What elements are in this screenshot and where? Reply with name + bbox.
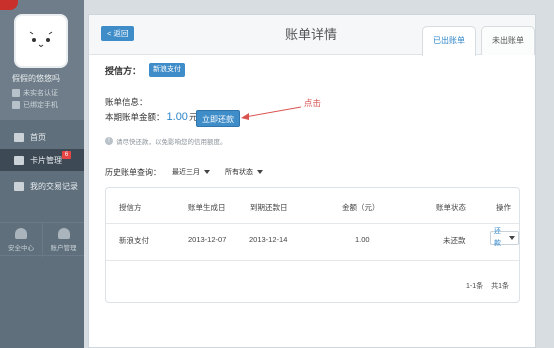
sidebar-item-label: 首页	[30, 132, 46, 142]
table-header: 授信方 账单生成日 到期还款日 金额（元） 账单状态 操作	[106, 188, 519, 224]
sidebar-item-home[interactable]: 首页	[0, 126, 84, 148]
panel-header: < 返回 账单详情 已出账单 未出账单	[89, 15, 535, 56]
repay-now-button[interactable]: 立即还款	[196, 110, 240, 127]
creditor-tag: 新浪支付	[149, 63, 186, 77]
table-divider	[106, 260, 519, 261]
home-icon	[14, 132, 24, 142]
notification-badge: 6	[62, 151, 71, 159]
period-filter-dropdown[interactable]: 最近三月	[168, 165, 214, 179]
bill-table: 授信方 账单生成日 到期还款日 金额（元） 账单状态 操作 新浪支付 2013-…	[105, 187, 520, 303]
phone-status[interactable]: 已绑定手机	[12, 99, 58, 110]
sidebar: 假假的悠悠吗 未实名认证 已绑定手机 首页 卡片管理 6 我的交易记录 安全中心…	[0, 0, 84, 348]
cell-amount: 1.00	[355, 235, 370, 244]
history-query-row: 历史账单查询： 最近三月 所有状态	[105, 165, 267, 179]
back-button[interactable]: < 返回	[101, 26, 135, 41]
security-center-label: 安全中心	[8, 245, 34, 252]
status-filter-dropdown[interactable]: 所有状态	[221, 165, 267, 179]
verification-status-label: 未实名认证	[23, 89, 58, 97]
repay-hint-text: 请尽快还款，以免影响您的信用额度。	[116, 139, 227, 146]
column-header-creditor: 授信方	[119, 203, 142, 212]
sidebar-bottom-bar: 安全中心 账户管理	[0, 222, 84, 257]
creditor-row: 授信方： 新浪支付	[105, 63, 186, 77]
security-center-button[interactable]: 安全中心	[0, 223, 42, 257]
list-icon	[14, 181, 24, 191]
creditor-label: 授信方：	[105, 65, 142, 76]
sidebar-item-transactions[interactable]: 我的交易记录	[0, 175, 84, 197]
id-card-icon	[12, 88, 20, 97]
bill-amount-label: 本期账单金额：	[105, 112, 165, 122]
pagination: 1-1条 共1条	[466, 281, 509, 291]
column-header-action: 操作	[496, 203, 511, 212]
chevron-down-icon	[509, 236, 515, 240]
repay-action-label: 还款	[494, 228, 501, 247]
page-title: 账单详情	[285, 27, 338, 42]
user-name: 假假的悠悠吗	[12, 74, 60, 83]
chevron-down-icon	[257, 170, 263, 174]
column-header-amount: 金额（元）	[342, 203, 380, 212]
column-header-status: 账单状态	[436, 203, 466, 212]
sidebar-item-label: 卡片管理	[30, 155, 62, 165]
annotation-label: 点击	[304, 98, 322, 108]
avatar[interactable]	[14, 14, 68, 68]
card-icon	[14, 155, 24, 165]
cell-created-date: 2013-12-07	[188, 235, 227, 244]
cell-creditor: 新浪支付	[119, 236, 149, 245]
tab-issued-bills[interactable]: 已出账单	[422, 26, 476, 56]
sidebar-item-card-management[interactable]: 卡片管理	[0, 149, 84, 171]
account-management-button[interactable]: 账户管理	[42, 223, 84, 257]
verification-status[interactable]: 未实名认证	[12, 87, 58, 98]
column-header-created: 账单生成日	[188, 203, 226, 212]
avatar-face-icon	[29, 31, 53, 48]
repay-hint: ! 请尽快还款，以免影响您的信用额度。	[105, 136, 227, 146]
user-icon	[57, 228, 70, 239]
sidebar-item-label: 我的交易记录	[30, 181, 78, 191]
account-management-label: 账户管理	[50, 245, 77, 252]
pagination-total: 共1条	[491, 283, 509, 290]
bill-detail-panel: < 返回 账单详情 已出账单 未出账单 授信方： 新浪支付 账单信息： 本期账单…	[88, 14, 536, 348]
chevron-down-icon	[204, 170, 210, 174]
bill-info-title: 账单信息：	[105, 97, 148, 107]
bill-amount-row: 本期账单金额： 1.00 元	[105, 111, 197, 123]
info-icon: !	[105, 137, 113, 145]
repay-action-dropdown[interactable]: 还款	[490, 228, 519, 247]
bill-amount-value: 1.00	[166, 111, 188, 123]
tab-unissued-bills[interactable]: 未出账单	[481, 26, 535, 55]
period-filter-value: 最近三月	[172, 169, 200, 176]
shield-icon	[15, 228, 27, 239]
phone-icon	[12, 100, 20, 109]
phone-status-label: 已绑定手机	[23, 101, 58, 109]
history-query-label: 历史账单查询：	[105, 167, 161, 177]
cell-status: 未还款	[443, 236, 466, 245]
column-header-due: 到期还款日	[250, 203, 288, 212]
cell-due-date: 2013-12-14	[249, 235, 288, 244]
pagination-range: 1-1条	[466, 283, 484, 290]
status-filter-value: 所有状态	[225, 169, 253, 176]
